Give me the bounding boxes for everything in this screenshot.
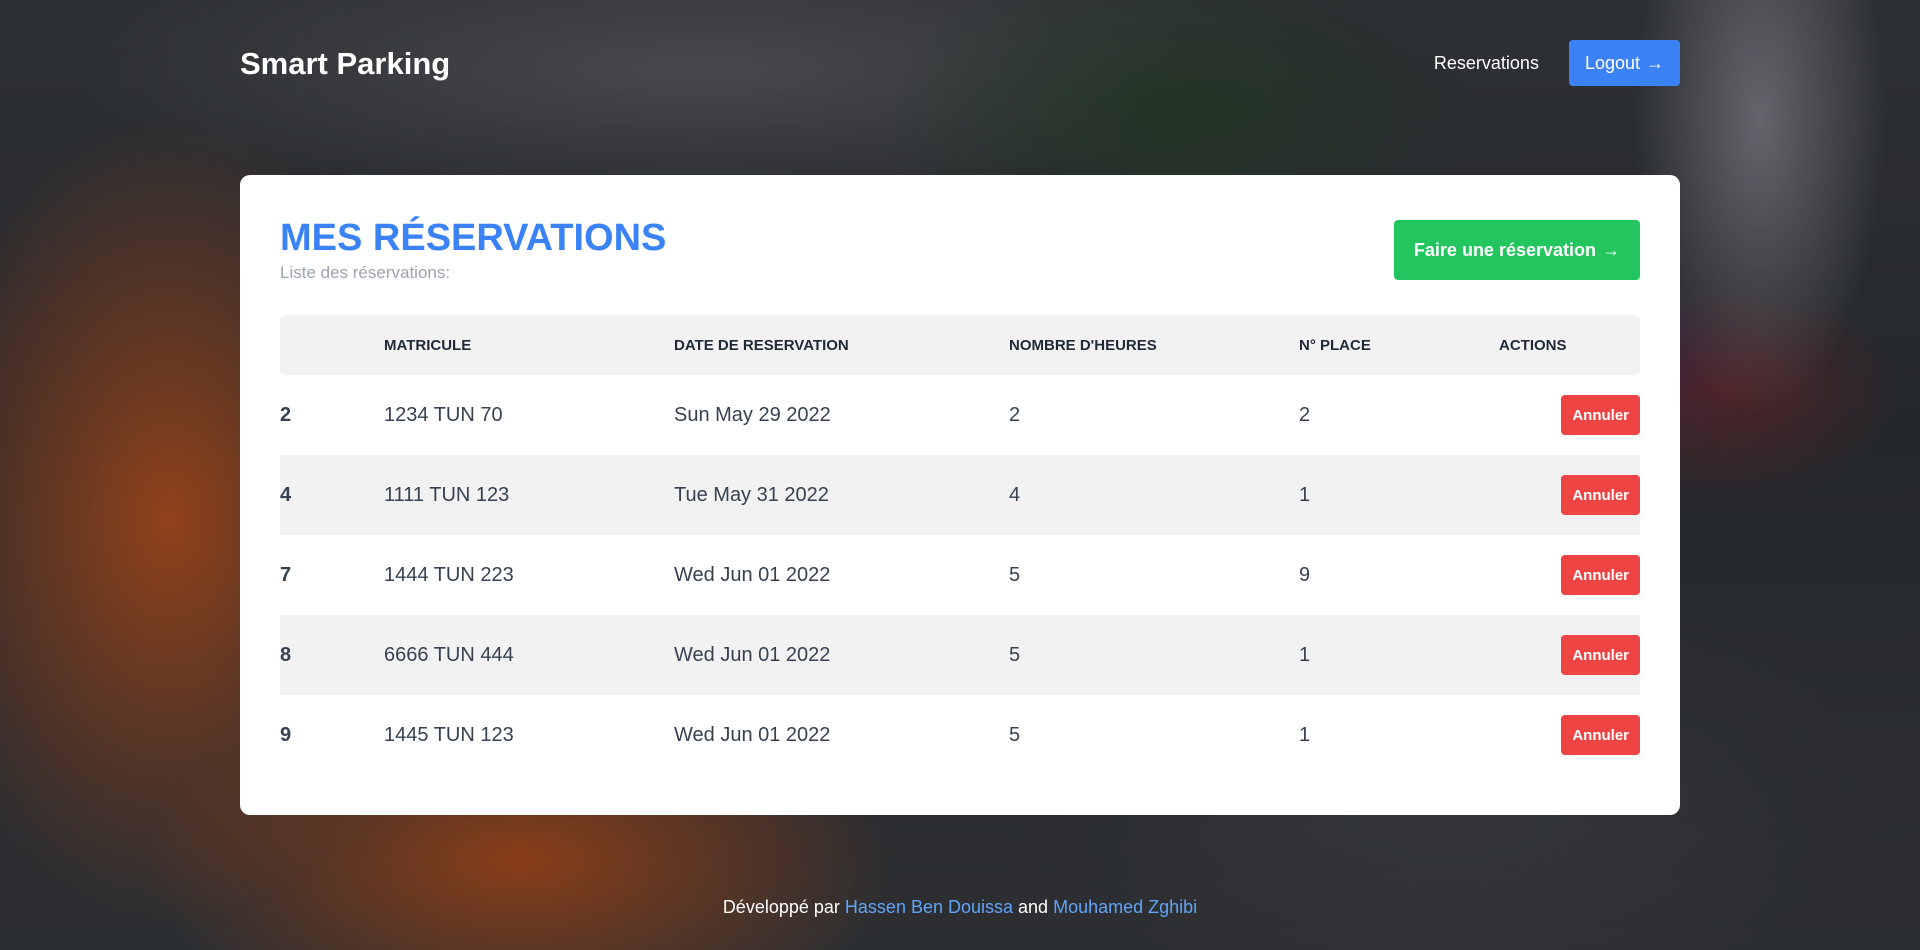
cell-date: Wed Jun 01 2022	[674, 723, 831, 746]
cell-id: 8	[280, 643, 292, 666]
table-row: 4 1111 TUN 123 Tue May 31 2022 4 1 Annul…	[280, 455, 1640, 535]
cell-hours: 2	[1009, 403, 1021, 426]
cell-matricule: 1111 TUN 123	[384, 483, 510, 506]
cell-hours: 4	[1009, 483, 1021, 506]
cell-date: Sun May 29 2022	[674, 403, 831, 426]
cell-date: Wed Jun 01 2022	[674, 643, 831, 666]
cell-actions: Annuler	[1499, 455, 1640, 535]
table-row: 9 1445 TUN 123 Wed Jun 01 2022 5 1 Annul…	[280, 695, 1640, 775]
cell-actions: Annuler	[1499, 615, 1640, 695]
footer-prefix: Développé par	[722, 897, 840, 917]
column-header-hours: NOMBRE D'HEURES	[1009, 336, 1157, 354]
brand-logo-text[interactable]: Smart Parking	[240, 46, 450, 82]
cell-hours: 5	[1009, 723, 1021, 746]
nav-menu: Reservations Logout →	[1434, 40, 1680, 86]
nav-link-reservations[interactable]: Reservations	[1434, 40, 1539, 86]
table-row: 2 1234 TUN 70 Sun May 29 2022 2 2 Annule…	[280, 375, 1640, 455]
new-reservation-button[interactable]: Faire une réservation →	[1393, 220, 1640, 280]
author-link-2[interactable]: Mouhamed Zghibi	[1053, 897, 1197, 917]
cell-id: 9	[280, 723, 292, 746]
cell-id: 4	[280, 483, 292, 506]
table-row: 7 1444 TUN 223 Wed Jun 01 2022 5 9 Annul…	[280, 535, 1640, 615]
card-header: MES RÉSERVATIONS Liste des réservations:…	[280, 215, 1640, 315]
table-body: 2 1234 TUN 70 Sun May 29 2022 2 2 Annule…	[280, 375, 1640, 775]
cell-hours: 5	[1009, 643, 1021, 666]
reservations-table: MATRICULE DATE DE RESERVATION NOMBRE D'H…	[280, 315, 1640, 775]
cell-matricule: 1234 TUN 70	[384, 403, 503, 426]
cancel-reservation-button[interactable]: Annuler	[1561, 555, 1640, 595]
cell-place: 1	[1299, 643, 1311, 666]
author-link-1[interactable]: Hassen Ben Douissa	[845, 897, 1013, 917]
cell-actions: Annuler	[1499, 535, 1640, 615]
cancel-reservation-button[interactable]: Annuler	[1561, 475, 1640, 515]
column-header-matricule: MATRICULE	[384, 336, 472, 354]
cancel-reservation-button[interactable]: Annuler	[1561, 715, 1640, 755]
footer-credits: Développé par Hassen Ben Douissa and Mou…	[0, 894, 1920, 920]
cell-actions: Annuler	[1499, 695, 1640, 775]
cell-id: 7	[280, 563, 292, 586]
cell-place: 9	[1299, 563, 1311, 586]
cell-date: Wed Jun 01 2022	[674, 563, 831, 586]
column-header-actions: ACTIONS	[1499, 336, 1567, 354]
cell-id: 2	[280, 403, 292, 426]
arrow-right-icon: →	[1646, 52, 1664, 73]
column-header-date: DATE DE RESERVATION	[674, 336, 849, 354]
cell-matricule: 1444 TUN 223	[384, 563, 514, 586]
table-header: MATRICULE DATE DE RESERVATION NOMBRE D'H…	[280, 315, 1640, 375]
table-row: 8 6666 TUN 444 Wed Jun 01 2022 5 1 Annul…	[280, 615, 1640, 695]
footer-connector: and	[1018, 897, 1049, 917]
cell-place: 1	[1299, 483, 1311, 506]
cell-date: Tue May 31 2022	[674, 483, 829, 506]
new-reservation-label: Faire une réservation	[1413, 239, 1596, 260]
page-subtitle: Liste des réservations:	[280, 263, 451, 282]
cell-hours: 5	[1009, 563, 1021, 586]
top-navbar: Smart Parking Reservations Logout →	[240, 40, 1680, 86]
page-title: MES RÉSERVATIONS	[280, 217, 667, 259]
cell-matricule: 6666 TUN 444	[384, 643, 514, 666]
arrow-right-icon: →	[1602, 239, 1620, 260]
cell-actions: Annuler	[1499, 375, 1640, 455]
cell-matricule: 1445 TUN 123	[384, 723, 514, 746]
cell-place: 1	[1299, 723, 1311, 746]
table-header-row: MATRICULE DATE DE RESERVATION NOMBRE D'H…	[280, 315, 1640, 375]
cancel-reservation-button[interactable]: Annuler	[1561, 635, 1640, 675]
logout-button[interactable]: Logout →	[1568, 40, 1680, 86]
reservations-card: MES RÉSERVATIONS Liste des réservations:…	[240, 175, 1680, 815]
column-header-place: N° PLACE	[1299, 336, 1371, 354]
cell-place: 2	[1299, 403, 1311, 426]
column-header-id	[280, 315, 384, 375]
logout-label: Logout	[1584, 52, 1640, 73]
cancel-reservation-button[interactable]: Annuler	[1561, 395, 1640, 435]
